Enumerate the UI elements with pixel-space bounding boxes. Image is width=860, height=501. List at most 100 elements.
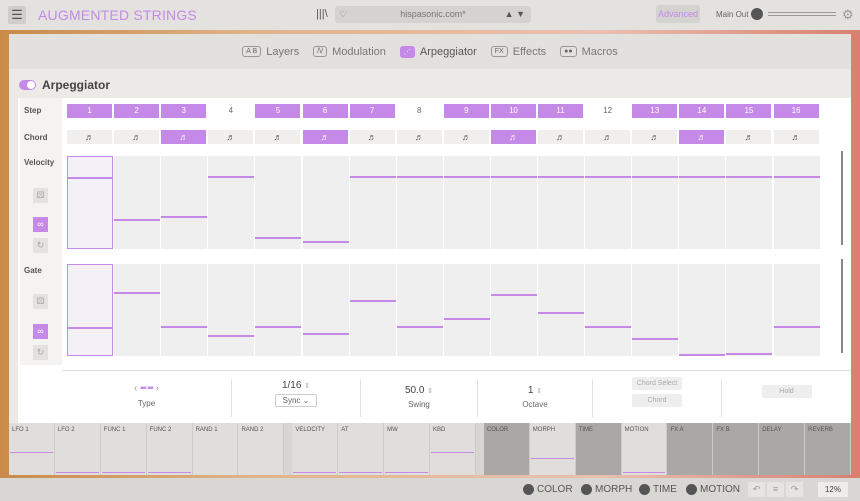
mod-source-rand-1[interactable]: RAND 1: [192, 423, 239, 475]
stepper-icon[interactable]: ⇕: [427, 388, 433, 395]
stepper-icon[interactable]: ⇕: [536, 388, 542, 395]
mod-source-morph[interactable]: MORPH: [529, 423, 576, 475]
chord-toggle[interactable]: ♬: [443, 130, 489, 144]
gate-step-bar[interactable]: [255, 264, 302, 356]
step-toggle[interactable]: 4: [208, 104, 254, 118]
hold-button[interactable]: Hold: [761, 385, 812, 398]
mod-source-velocity[interactable]: VELOCITY: [292, 423, 339, 475]
reset-icon[interactable]: ↻: [33, 345, 48, 360]
chord-toggle[interactable]: ♬: [67, 130, 113, 144]
chord-toggle[interactable]: ♬: [349, 130, 395, 144]
preset-nav-arrows[interactable]: ▲ ▼: [505, 6, 525, 23]
chord-toggle[interactable]: ♬: [208, 130, 254, 144]
reset-icon[interactable]: ↻: [33, 238, 48, 253]
mod-source-motion[interactable]: MOTION: [621, 423, 668, 475]
gate-step-bar[interactable]: [726, 264, 773, 356]
gate-step-bar[interactable]: [679, 264, 726, 357]
history-button[interactable]: ≡: [767, 482, 784, 497]
velocity-step-bar[interactable]: [67, 156, 114, 249]
step-toggle[interactable]: 15: [726, 104, 772, 118]
zoom-level[interactable]: 12%: [818, 482, 848, 497]
step-toggle[interactable]: 1: [67, 104, 113, 118]
dice-icon[interactable]: ⚄: [33, 294, 48, 309]
velocity-step-bar[interactable]: [302, 156, 349, 249]
step-toggle[interactable]: 12: [585, 104, 631, 118]
step-toggle[interactable]: 2: [114, 104, 160, 118]
link-icon[interactable]: ∞: [33, 324, 48, 339]
mod-source-func-2[interactable]: FUNC 2: [146, 423, 193, 475]
heart-icon[interactable]: ♡: [339, 6, 347, 23]
step-toggle[interactable]: 11: [538, 104, 584, 118]
mod-source-kbd[interactable]: KBD: [430, 423, 476, 475]
gate-step-bar[interactable]: [632, 264, 679, 356]
mod-source-rand-2[interactable]: RAND 2: [238, 423, 285, 475]
chord-toggle[interactable]: ♬: [679, 130, 725, 144]
chord-toggle[interactable]: ♬: [726, 130, 772, 144]
macro-knob-icon[interactable]: [523, 484, 534, 495]
step-toggle[interactable]: 5: [255, 104, 301, 118]
mod-source-fx-a[interactable]: FX A: [667, 423, 714, 475]
chord-toggle[interactable]: ♬: [632, 130, 678, 144]
preset-selector[interactable]: ♡ hispasonic.com* ▲ ▼: [335, 6, 531, 23]
macro-color[interactable]: COLOR: [523, 484, 573, 495]
mod-source-color[interactable]: COLOR: [483, 423, 530, 475]
velocity-step-bar[interactable]: [538, 156, 585, 249]
chord-toggle[interactable]: ♬: [773, 130, 819, 144]
step-toggle[interactable]: 9: [443, 104, 489, 118]
gate-step-bar[interactable]: [208, 264, 255, 356]
macro-knob-icon[interactable]: [639, 484, 650, 495]
tab-macros[interactable]: ●● Macros: [560, 46, 618, 58]
undo-button[interactable]: ↶: [748, 482, 765, 497]
step-toggle[interactable]: 3: [161, 104, 207, 118]
velocity-step-bar[interactable]: [161, 156, 208, 249]
swing-value[interactable]: 50.0: [405, 385, 424, 396]
tab-layers[interactable]: A B Layers: [242, 46, 299, 58]
velocity-step-bar[interactable]: [490, 156, 537, 249]
velocity-step-bar[interactable]: [208, 156, 255, 249]
step-toggle[interactable]: 8: [396, 104, 442, 118]
chord-toggle[interactable]: ♬: [161, 130, 207, 144]
gate-step-bar[interactable]: [349, 264, 396, 356]
step-toggle[interactable]: 7: [349, 104, 395, 118]
macro-knob-icon[interactable]: [686, 484, 697, 495]
macro-time[interactable]: TIME: [639, 484, 677, 495]
main-out-knob[interactable]: [751, 8, 763, 20]
rate-value[interactable]: 1/16: [282, 380, 301, 391]
mod-source-time[interactable]: TIME: [575, 423, 622, 475]
mod-source-delay[interactable]: DELAY: [759, 423, 806, 475]
gate-step-bar[interactable]: [396, 264, 443, 356]
chord-button[interactable]: Chord: [632, 394, 682, 407]
link-icon[interactable]: ∞: [33, 217, 48, 232]
tab-modulation[interactable]: /\/ Modulation: [313, 46, 386, 58]
mod-source-reverb[interactable]: REVERB: [805, 423, 852, 475]
velocity-step-bar[interactable]: [679, 156, 726, 249]
chord-toggle[interactable]: ♬: [490, 130, 536, 144]
step-toggle[interactable]: 13: [632, 104, 678, 118]
velocity-step-bar[interactable]: [726, 156, 773, 249]
mod-source-lfo-2[interactable]: LFO 2: [54, 423, 101, 475]
main-out-slider[interactable]: [768, 12, 836, 16]
gate-step-bar[interactable]: [114, 264, 161, 356]
chord-toggle[interactable]: ♬: [255, 130, 301, 144]
macro-morph[interactable]: MORPH: [581, 484, 632, 495]
gate-scrollbar[interactable]: [841, 259, 843, 353]
mod-source-at[interactable]: AT: [338, 423, 385, 475]
gate-step-bar[interactable]: [585, 264, 632, 356]
advanced-button[interactable]: Advanced: [656, 5, 700, 23]
chord-select-button[interactable]: Chord Select: [632, 377, 682, 390]
step-toggle[interactable]: 10: [490, 104, 536, 118]
velocity-step-bar[interactable]: [632, 156, 679, 249]
velocity-step-bar[interactable]: [443, 156, 490, 249]
mod-source-fx-b[interactable]: FX B: [713, 423, 760, 475]
velocity-step-bar[interactable]: [114, 156, 161, 249]
velocity-step-bar[interactable]: [255, 156, 302, 249]
velocity-step-bar[interactable]: [585, 156, 632, 249]
step-toggle[interactable]: 16: [773, 104, 819, 118]
gate-step-bar[interactable]: [302, 264, 349, 356]
prev-type-arrow[interactable]: ‹: [134, 383, 137, 394]
gate-step-bar[interactable]: [443, 264, 490, 356]
sync-dropdown[interactable]: Sync ⌄: [274, 394, 318, 407]
tab-effects[interactable]: FX Effects: [490, 46, 546, 58]
step-toggle[interactable]: 6: [302, 104, 348, 118]
macro-motion[interactable]: MOTION: [686, 484, 740, 495]
